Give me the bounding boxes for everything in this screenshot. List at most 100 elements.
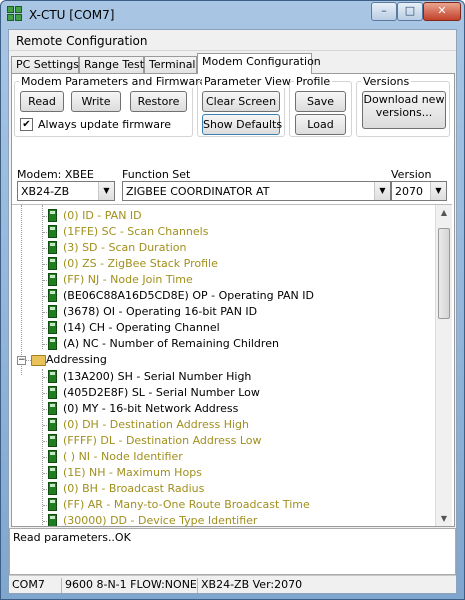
write-button[interactable]: Write	[71, 91, 121, 112]
tree-param-label: (0) MY - 16-bit Network Address	[63, 402, 239, 415]
version-label: Version	[391, 168, 432, 181]
parameter-icon	[48, 498, 57, 511]
download-button-line-2: versions...	[375, 106, 433, 119]
parameter-icon	[48, 241, 57, 254]
modem-configuration-panel: Modem Parameters and Firmware Read Write…	[11, 73, 455, 527]
tree-param-label: (0) BH - Broadcast Radius	[63, 482, 205, 495]
function-set-label: Function Set	[122, 168, 191, 181]
modem-parameters-group: Modem Parameters and Firmware Read Write…	[14, 75, 209, 137]
parameter-icon	[48, 225, 57, 238]
tree-param-label: (A) NC - Number of Remaining Children	[63, 337, 279, 350]
minimize-button[interactable]: –	[371, 2, 397, 21]
modem-parameters-group-label: Modem Parameters and Firmware	[19, 75, 209, 88]
menu-bar: Remote Configuration	[9, 30, 456, 51]
tree-param-label: (13A200) SH - Serial Number High	[63, 370, 252, 383]
parameter-icon	[48, 321, 57, 334]
tree-param-label: (0) ZS - ZigBee Stack Profile	[63, 257, 218, 270]
parameter-icon	[48, 450, 57, 463]
tree-param-label: ( ) NI - Node Identifier	[63, 450, 183, 463]
modem-select-value: XB24-ZB	[21, 185, 70, 198]
save-button[interactable]: Save	[295, 91, 346, 112]
tab-strip: PC Settings Range Test Terminal Modem Co…	[11, 53, 456, 74]
tree-param-label: (405D2E8F) SL - Serial Number Low	[63, 386, 260, 399]
download-button-line-1: Download new	[363, 93, 445, 106]
tree-param-label: (0) ID - PAN ID	[63, 209, 142, 222]
profile-group-label: Profile	[294, 75, 333, 88]
status-bar: COM7 9600 8-N-1 FLOW:NONE XB24-ZB Ver:20…	[9, 575, 456, 593]
window-title: X-CTU [COM7]	[29, 8, 115, 22]
tree-param-label: (BE06C88A16D5CD8E) OP - Operating PAN ID	[63, 289, 314, 302]
addressing-folder-label: Addressing	[46, 353, 107, 366]
scrollbar-thumb[interactable]	[438, 228, 450, 319]
tree-guide-line	[21, 205, 22, 375]
profile-group: Profile Save Load	[289, 75, 352, 137]
tree-param-label: (14) CH - Operating Channel	[63, 321, 220, 334]
versions-group: Versions Download new versions...	[356, 75, 450, 137]
show-defaults-button[interactable]: Show Defaults	[202, 114, 282, 135]
parameter-icon	[48, 209, 57, 222]
modem-select[interactable]: XB24-ZB ▼	[17, 181, 115, 201]
parameter-icon	[48, 257, 57, 270]
xctu-app-icon	[7, 6, 23, 22]
parameter-icon	[48, 289, 57, 302]
tab-modem-configuration[interactable]: Modem Configuration	[197, 53, 321, 74]
status-message-area: Read parameters..OK	[9, 528, 456, 575]
app-window: X-CTU [COM7] – □ ✕ Remote Configuration …	[0, 0, 465, 600]
tree-param-label: (0) DH - Destination Address High	[63, 418, 249, 431]
parameter-icon	[48, 370, 57, 383]
tree-param-label: (30000) DD - Device Type Identifier	[63, 514, 258, 526]
statusbar-settings: 9600 8-N-1 FLOW:NONE	[62, 578, 198, 593]
parameter-icon	[48, 337, 57, 350]
tab-range-test[interactable]: Range Test	[79, 56, 144, 73]
parameter-icon	[48, 482, 57, 495]
statusbar-modem-version: XB24-ZB Ver:2070	[201, 578, 303, 591]
tree-param-label: (FFFF) DL - Destination Address Low	[63, 434, 262, 447]
parameter-icon	[48, 434, 57, 447]
tab-terminal[interactable]: Terminal	[144, 56, 197, 73]
tree-param-label: (3678) OI - Operating 16-bit PAN ID	[63, 305, 258, 318]
read-button[interactable]: Read	[20, 91, 64, 112]
collapse-addressing-expander[interactable]: −	[17, 356, 26, 365]
client-area: Remote Configuration PC Settings Range T…	[8, 29, 457, 594]
always-update-firmware-checkbox[interactable]: ✔	[20, 118, 33, 131]
versions-group-label: Versions	[361, 75, 412, 88]
tree-param-label: (FF) AR - Many-to-One Route Broadcast Ti…	[63, 498, 310, 511]
scroll-up-icon[interactable]: ▲	[436, 205, 452, 221]
chevron-down-icon[interactable]: ▼	[430, 182, 446, 200]
parameter-icon	[48, 386, 57, 399]
load-button[interactable]: Load	[295, 114, 346, 135]
maximize-button[interactable]: □	[397, 2, 423, 21]
parameter-icon	[48, 466, 57, 479]
tree-param-label: (3) SD - Scan Duration	[63, 241, 187, 254]
parameter-icon	[48, 305, 57, 318]
version-select[interactable]: 2070 ▼	[391, 181, 447, 201]
chevron-down-icon[interactable]: ▼	[98, 182, 114, 200]
function-set-select[interactable]: ZIGBEE COORDINATOR AT ▼	[122, 181, 391, 201]
tree-vertical-scrollbar[interactable]: ▲ ▼	[435, 205, 452, 526]
status-message: Read parameters..OK	[13, 531, 131, 544]
scroll-down-icon[interactable]: ▼	[436, 511, 452, 526]
always-update-firmware-label: Always update firmware	[38, 118, 172, 131]
close-button[interactable]: ✕	[423, 2, 461, 21]
restore-button[interactable]: Restore	[130, 91, 187, 112]
parameter-tree[interactable]: (0) ID - PAN ID (1FFE) SC - Scan Channels…	[12, 204, 452, 526]
tree-param-label: (FF) NJ - Node Join Time	[63, 273, 193, 286]
function-set-select-value: ZIGBEE COORDINATOR AT	[126, 185, 270, 198]
parameter-icon	[48, 273, 57, 286]
version-select-value: 2070	[395, 185, 423, 198]
tree-param-label: (1E) NH - Maximum Hops	[63, 466, 202, 479]
tab-pc-settings[interactable]: PC Settings	[11, 56, 79, 73]
tree-param-label: (1FFE) SC - Scan Channels	[63, 225, 209, 238]
menu-remote-configuration[interactable]: Remote Configuration	[16, 34, 148, 48]
parameter-view-group: Parameter View Clear Screen Show Default…	[197, 75, 293, 137]
parameter-icon	[48, 402, 57, 415]
title-bar[interactable]: X-CTU [COM7] – □ ✕	[1, 1, 464, 28]
parameter-icon	[48, 514, 57, 526]
folder-icon	[31, 355, 46, 366]
modem-label: Modem: XBEE	[17, 168, 94, 181]
chevron-down-icon[interactable]: ▼	[374, 182, 390, 200]
parameter-view-group-label: Parameter View	[202, 75, 293, 88]
parameter-icon	[48, 418, 57, 431]
download-new-versions-button[interactable]: Download new versions...	[362, 91, 446, 129]
clear-screen-button[interactable]: Clear Screen	[202, 91, 280, 112]
